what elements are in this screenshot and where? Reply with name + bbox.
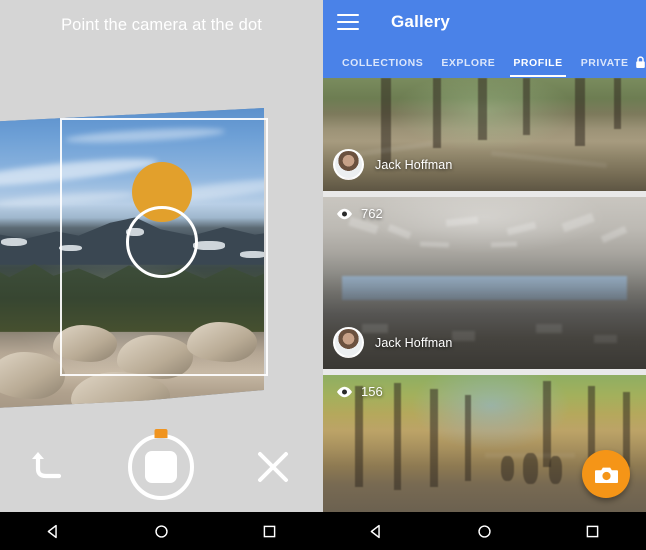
android-navbar-right: [323, 512, 646, 550]
undo-button[interactable]: [28, 445, 72, 489]
recents-button[interactable]: [261, 523, 278, 540]
view-count: 762: [336, 206, 383, 221]
view-count-value: 762: [361, 206, 383, 221]
hamburger-menu-icon[interactable]: [337, 14, 359, 30]
tab-bar: COLLECTIONS EXPLORE PROFILE PRIVATE: [323, 44, 646, 78]
eye-icon: [337, 208, 352, 219]
tab-private-label: PRIVATE: [580, 56, 629, 69]
camera-hint-text: Point the camera at the dot: [61, 16, 262, 34]
view-count: 156: [336, 384, 383, 399]
tab-explore[interactable]: EXPLORE: [432, 57, 504, 78]
avatar: [333, 149, 364, 180]
dual-phone-screenshot: Point the camera at the dot Gallery COLL…: [0, 0, 646, 550]
app-bar: Gallery COLLECTIONS EXPLORE PROFILE PRIV…: [323, 0, 646, 78]
tab-private[interactable]: PRIVATE: [572, 56, 646, 78]
capture-fab-button[interactable]: [582, 450, 630, 498]
back-button[interactable]: [368, 523, 385, 540]
camera-icon: [594, 467, 618, 483]
aim-reticle-circle: [126, 206, 198, 278]
app-bar-top-row: Gallery: [323, 0, 646, 44]
author-name: Jack Hoffman: [375, 157, 453, 172]
undo-icon: [32, 452, 62, 479]
rock-shape: [0, 352, 65, 400]
tab-collections[interactable]: COLLECTIONS: [333, 57, 432, 78]
close-button[interactable]: [251, 445, 295, 489]
capture-progress-marker: [154, 429, 168, 438]
back-button[interactable]: [45, 523, 62, 540]
recents-button[interactable]: [584, 523, 601, 540]
avatar: [333, 327, 364, 358]
tab-profile[interactable]: PROFILE: [504, 57, 571, 78]
android-navbar-left: [0, 512, 323, 550]
author-name: Jack Hoffman: [375, 335, 453, 350]
close-icon: [257, 452, 288, 482]
lock-icon: [635, 56, 645, 68]
view-count-value: 156: [361, 384, 383, 399]
gallery-feed[interactable]: Jack Hoffman 762 Jack Hoffman 156: [323, 78, 646, 512]
gallery-screen: Gallery COLLECTIONS EXPLORE PROFILE PRIV…: [323, 0, 646, 550]
app-title: Gallery: [391, 12, 451, 31]
eye-icon: [337, 386, 352, 397]
shutter-inner-square: [145, 451, 178, 483]
snow-patch: [0, 237, 27, 246]
shutter-stop-button[interactable]: [128, 429, 195, 500]
camera-capture-screen: Point the camera at the dot: [0, 0, 323, 550]
card-attribution: Jack Hoffman: [333, 149, 452, 180]
gallery-card[interactable]: Jack Hoffman: [323, 78, 646, 191]
camera-controls-bar: [0, 422, 323, 512]
gallery-card[interactable]: 762 Jack Hoffman: [323, 197, 646, 369]
home-button[interactable]: [153, 523, 170, 540]
home-button[interactable]: [476, 523, 493, 540]
card-attribution: Jack Hoffman: [333, 327, 452, 358]
